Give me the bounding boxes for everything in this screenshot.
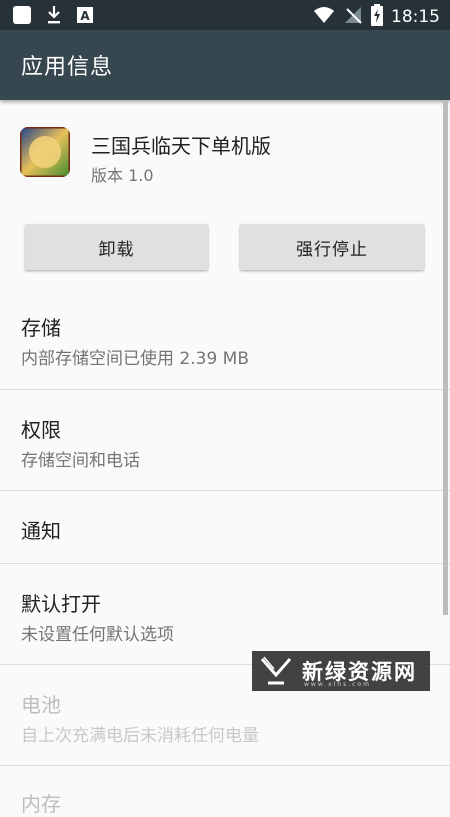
square-notification-icon — [12, 5, 32, 29]
storage-item[interactable]: 存储 内部存储空间已使用 2.39 MB — [0, 290, 450, 390]
storage-summary: 内部存储空间已使用 2.39 MB — [21, 349, 249, 369]
status-bar: A 18:15 — [0, 0, 450, 30]
wifi-icon — [313, 5, 335, 29]
watermark-x-icon — [260, 656, 292, 685]
app-bar: 应用信息 — [0, 30, 450, 100]
memory-title: 内存 — [21, 792, 61, 816]
storage-title: 存储 — [21, 316, 61, 340]
a-notification-icon: A — [76, 6, 94, 28]
status-time: 18:15 — [391, 7, 440, 27]
permissions-title: 权限 — [21, 418, 61, 442]
three-kingdoms-game-icon — [20, 127, 70, 177]
open-by-default-item[interactable]: 默认打开 未设置任何默认选项 — [0, 564, 450, 664]
open-by-default-summary: 未设置任何默认选项 — [21, 625, 174, 645]
watermark-url: www.xlhs.com — [304, 681, 371, 688]
open-by-default-title: 默认打开 — [21, 592, 101, 616]
scrollbar[interactable] — [443, 100, 448, 615]
page-title: 应用信息 — [21, 55, 114, 80]
no-sim-icon — [343, 5, 363, 29]
notifications-title: 通知 — [21, 519, 61, 543]
battery-summary: 自上次充满电后未消耗任何电量 — [21, 726, 259, 746]
battery-charging-icon — [371, 4, 383, 30]
app-version: 版本 1.0 — [91, 166, 154, 185]
memory-item: 内存 — [0, 766, 450, 816]
notifications-item[interactable]: 通知 — [0, 491, 450, 564]
permissions-summary: 存储空间和电话 — [21, 451, 140, 471]
uninstall-button[interactable]: 卸载 — [25, 224, 208, 270]
download-icon — [46, 5, 62, 29]
watermark-logo: 新绿资源网 www.xlhs.com — [252, 651, 430, 691]
force-stop-button[interactable]: 强行停止 — [240, 224, 424, 270]
app-header: 三国兵临天下单机版 版本 1.0 — [0, 100, 450, 210]
permissions-item[interactable]: 权限 存储空间和电话 — [0, 390, 450, 490]
app-name: 三国兵临天下单机版 — [91, 134, 271, 158]
app-info-content[interactable]: 三国兵临天下单机版 版本 1.0 卸载 强行停止 存储 内部存储空间已使用 2.… — [0, 100, 450, 816]
svg-text:A: A — [80, 9, 90, 23]
battery-title: 电池 — [21, 693, 61, 717]
